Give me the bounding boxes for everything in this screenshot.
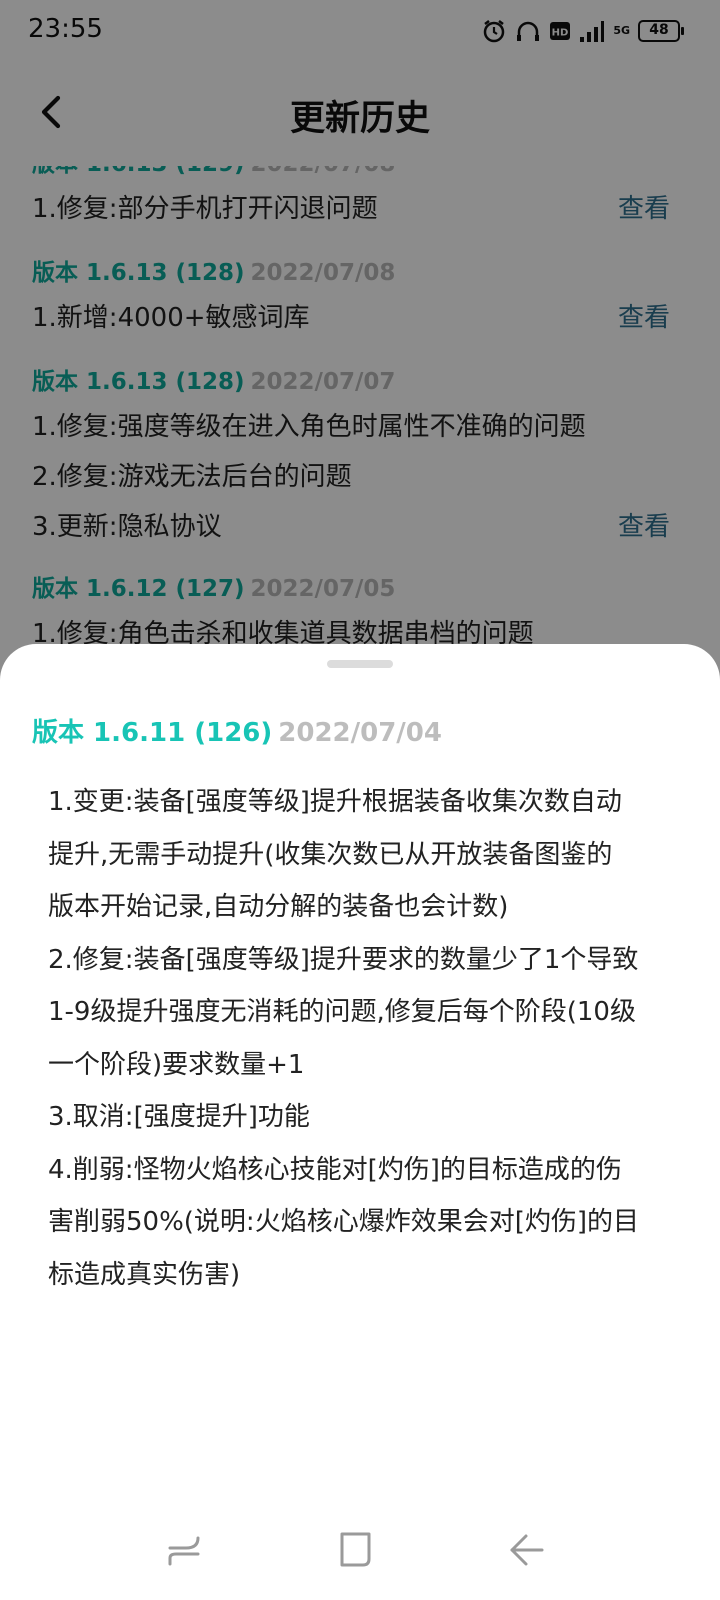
- sheet-date: 2022/07/04: [278, 718, 442, 748]
- sheet-line: 1-9级提升强度无消耗的问题,修复后每个阶段(10级: [48, 997, 636, 1027]
- navigation-bar: [0, 1500, 720, 1600]
- sheet-header: 版本 1.6.11 (126) 2022/07/04: [32, 712, 442, 749]
- sheet-line: 4.削弱:怪物火焰核心技能对[灼伤]的目标造成的伤: [48, 1154, 622, 1185]
- sheet-line: 版本开始记录,自动分解的装备也会计数): [48, 892, 509, 922]
- sheet-line: 一个阶段)要求数量+1: [48, 1049, 305, 1080]
- version-detail-sheet: 版本 1.6.11 (126) 2022/07/04 1.变更:装备[强度等级]提…: [0, 644, 720, 1600]
- drag-handle[interactable]: [327, 660, 393, 668]
- recent-apps-button[interactable]: [166, 1530, 206, 1570]
- home-button[interactable]: [336, 1530, 376, 1570]
- sheet-line: 1.变更:装备[强度等级]提升根据装备收集次数自动: [48, 787, 622, 817]
- sheet-version: 版本 1.6.11 (126): [32, 718, 273, 748]
- sheet-line: 标造成真实伤害): [48, 1259, 241, 1290]
- home-icon: [340, 1532, 371, 1567]
- recent-apps-icon: [168, 1536, 200, 1566]
- nav-back-button[interactable]: [506, 1530, 546, 1570]
- back-icon: [510, 1534, 544, 1566]
- sheet-body: 1.变更:装备[强度等级]提升根据装备收集次数自动 提升,无需手动提升(收集次数…: [48, 776, 684, 1301]
- sheet-line: 提升,无需手动提升(收集次数已从开放装备图鉴的: [48, 839, 613, 870]
- sheet-line: 3.取消:[强度提升]功能: [48, 1102, 310, 1132]
- sheet-line: 2.修复:装备[强度等级]提升要求的数量少了1个导致: [48, 944, 639, 975]
- sheet-line: 害削弱50%(说明:火焰核心爆炸效果会对[灼伤]的目: [48, 1207, 639, 1237]
